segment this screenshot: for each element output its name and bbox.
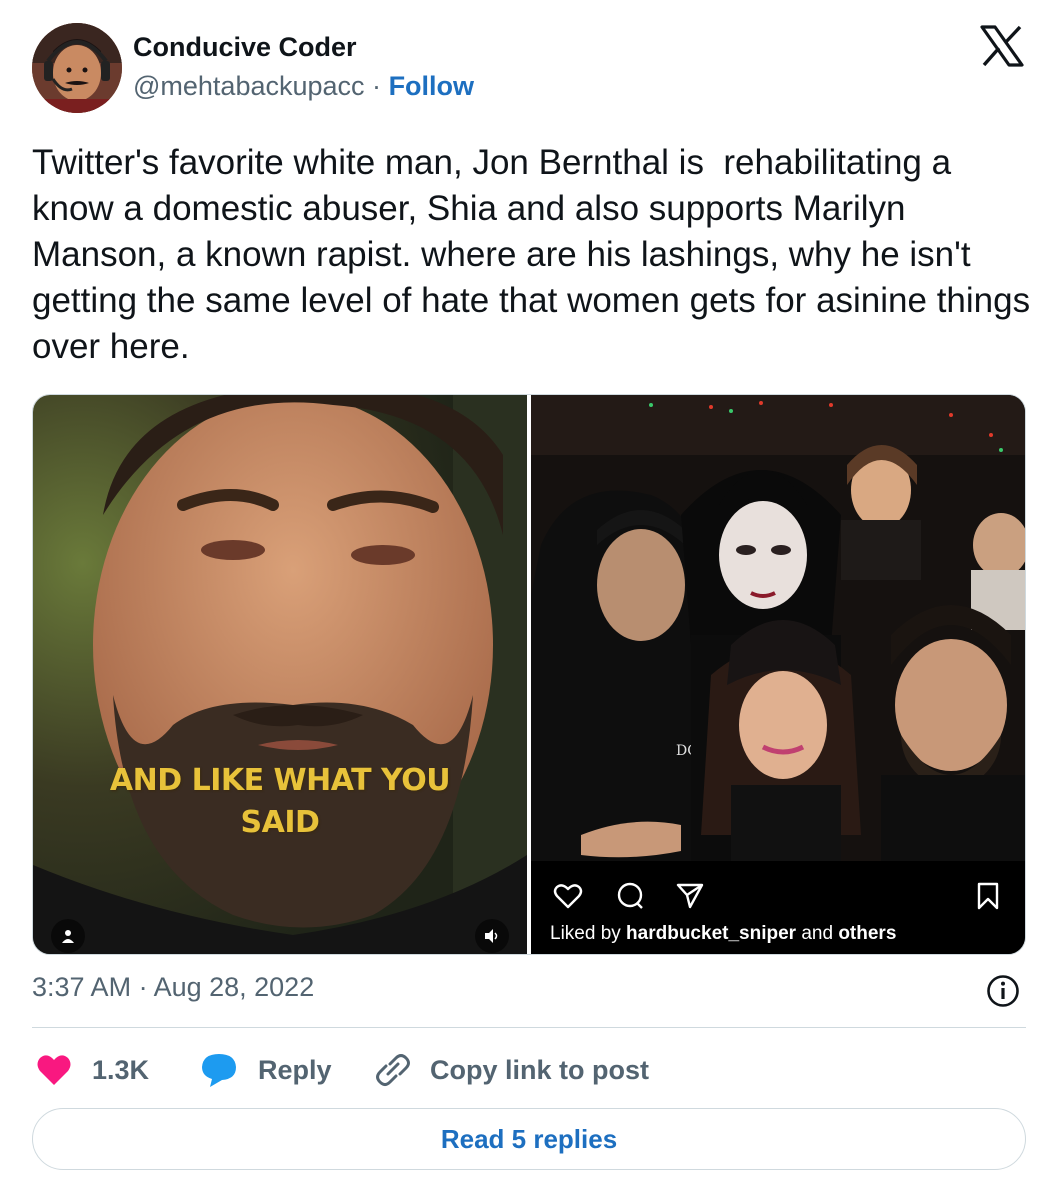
follow-link[interactable]: Follow — [389, 71, 474, 101]
media-right-instagram-post[interactable]: DOG — [531, 395, 1025, 954]
liked-suffix: others — [838, 923, 897, 944]
video-caption-line1: AND LIKE WHAT YOU — [109, 763, 451, 798]
ig-heart-icon[interactable] — [553, 881, 583, 911]
video-frame-image — [33, 395, 527, 954]
like-button[interactable]: 1.3K — [36, 1048, 149, 1092]
handle-separator: · — [372, 71, 382, 101]
like-count: 1.3K — [92, 1054, 150, 1085]
author-name[interactable]: Conducive Coder — [133, 32, 357, 63]
ig-bookmark-icon[interactable] — [973, 881, 1003, 911]
author-handle[interactable]: @mehtabackupacc — [133, 71, 365, 101]
read-replies-button[interactable]: Read 5 replies — [32, 1108, 1026, 1170]
heart-icon — [37, 1055, 71, 1085]
media-left-video-frame[interactable]: AND LIKE WHAT YOU SAID — [33, 395, 527, 954]
info-icon[interactable] — [986, 974, 1020, 1008]
tweet-timestamp[interactable]: 3:37 AM · Aug 28, 2022 — [32, 972, 314, 1003]
instagram-photo-image: DOG — [531, 395, 1025, 861]
author-handle-row: @mehtabackupacc · Follow — [133, 71, 474, 102]
person-icon[interactable] — [51, 919, 85, 953]
author-avatar[interactable] — [32, 23, 122, 113]
link-icon — [376, 1054, 410, 1086]
ig-share-icon[interactable] — [675, 881, 705, 911]
copy-link-label: Copy link to post — [430, 1054, 649, 1085]
ig-comment-icon[interactable] — [615, 881, 645, 911]
x-logo-icon[interactable] — [980, 25, 1024, 67]
read-replies-label: Read 5 replies — [440, 1123, 618, 1154]
copy-link-button[interactable]: Copy link to post — [374, 1048, 649, 1092]
reply-label: Reply — [258, 1054, 332, 1085]
reply-bubble-icon — [202, 1054, 236, 1087]
reply-button[interactable]: Reply — [200, 1048, 332, 1092]
tweet-text: Twitter's favorite white man, Jon Bernth… — [32, 143, 1040, 366]
liked-user: hardbucket_sniper — [626, 923, 797, 944]
divider — [32, 1027, 1026, 1028]
avatar-image — [32, 23, 122, 113]
volume-icon[interactable] — [475, 919, 509, 953]
liked-mid: and — [796, 923, 839, 944]
ig-liked-by: Liked by hardbucket_sniper and others — [550, 923, 896, 945]
embedded-tweet-card: Conducive Coder @mehtabackupacc · Follow… — [0, 0, 1057, 1200]
video-caption-line2: SAID — [240, 805, 320, 840]
liked-prefix: Liked by — [550, 923, 627, 944]
tweet-media-grid[interactable]: AND LIKE WHAT YOU SAID Liked by hardbuck… — [32, 394, 1026, 955]
